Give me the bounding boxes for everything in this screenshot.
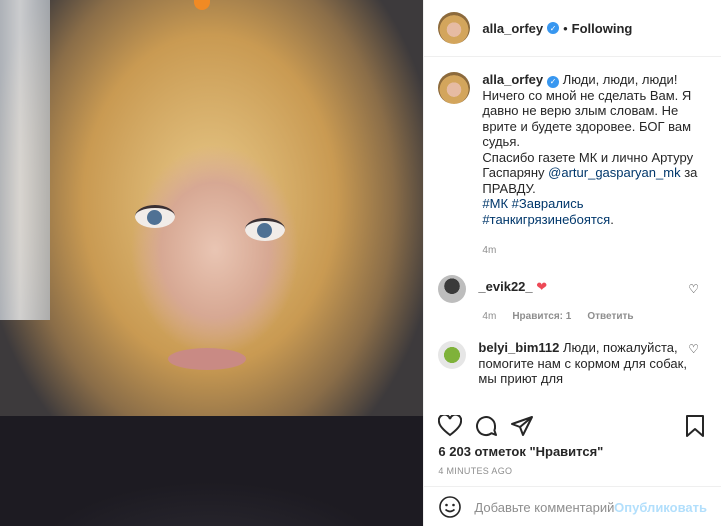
caption: alla_orfey ✓ Люди, люди, люди! Ничего со … (424, 72, 721, 227)
hashtag-link[interactable]: #танкигрязинебоятся (482, 212, 610, 227)
hashtag-link[interactable]: #МК (482, 196, 508, 211)
heart-icon[interactable] (436, 412, 464, 440)
comment-item: belyi_bim112 Люди, пожалуйста, помогите … (424, 340, 721, 387)
hair-clip (194, 0, 210, 10)
comment-meta: 4m Нравится: 1 Ответить (482, 311, 721, 322)
post-sidebar: alla_orfey ✓ • Following alla_orfey ✓ Люд… (423, 0, 721, 526)
caption-line: Люди, люди, люди! (562, 72, 678, 87)
verified-badge-icon: ✓ (547, 22, 560, 34)
caption-line: Гаспаряну (482, 165, 545, 181)
commenter-avatar[interactable] (438, 341, 467, 370)
header-username[interactable]: alla_orfey (482, 21, 543, 36)
comment-likes[interactable]: Нравится: 1 (512, 311, 571, 322)
verified-badge-icon: ✓ (547, 75, 560, 88)
curtain (0, 0, 50, 320)
avatar[interactable] (438, 12, 471, 44)
following-button[interactable]: Following (572, 21, 633, 36)
lips (168, 348, 246, 370)
caption-line: Спасибо газете МК и лично Артуру (482, 149, 694, 165)
like-comment-heart-icon[interactable]: ♡ (688, 342, 699, 356)
comment-icon[interactable] (472, 412, 500, 440)
reply-button[interactable]: Ответить (587, 311, 633, 322)
caption-line: ПРАВДУ. (482, 180, 536, 196)
comment-username[interactable]: belyi_bim112 (478, 340, 559, 355)
like-comment-heart-icon[interactable]: ♡ (688, 282, 699, 296)
right-eye (245, 218, 285, 241)
caption-avatar[interactable] (438, 72, 471, 104)
left-eye (135, 205, 175, 228)
comment-input[interactable]: Добавьте комментарий... (474, 500, 614, 515)
caption-end: . (610, 211, 614, 227)
caption-line: судья. (482, 134, 520, 150)
caption-line: за (684, 165, 698, 181)
post-photo[interactable] (0, 0, 424, 526)
publish-button[interactable]: Опубликовать (614, 500, 707, 515)
caption-line: Ничего со мной не сделать Вам. Я (482, 87, 692, 103)
emoji-icon[interactable] (438, 495, 462, 519)
caption-line: давно не верю злым словам. Не (482, 103, 679, 119)
red-heart-emoji: ❤ (536, 279, 548, 295)
comment-username[interactable]: _evik22_ (478, 279, 532, 294)
post-header: alla_orfey ✓ • Following (424, 0, 721, 57)
likes-count[interactable]: 6 203 отметок "Нравится" (438, 444, 603, 459)
separator-dot: • (563, 20, 568, 36)
commenter-avatar[interactable] (438, 275, 467, 304)
post-timestamp[interactable]: 4 MINUTES AGO (438, 466, 512, 476)
add-comment-bar: Добавьте комментарий... Опубликовать (424, 486, 721, 527)
hashtag-link[interactable]: #Заврались (512, 196, 584, 211)
share-icon[interactable] (508, 412, 536, 440)
caption-text: alla_orfey ✓ Люди, люди, люди! Ничего со … (482, 72, 707, 227)
comment-item: _evik22_ ❤ ♡ (424, 274, 721, 304)
shirt (0, 416, 424, 526)
caption-line: врите и будете здоровее. БОГ вам (482, 118, 692, 134)
comment-text: belyi_bim112 Люди, пожалуйста, помогите … (478, 340, 698, 387)
action-bar (424, 406, 721, 446)
bookmark-icon[interactable] (681, 412, 709, 440)
caption-username[interactable]: alla_orfey (482, 72, 543, 87)
caption-time[interactable]: 4m (482, 245, 721, 256)
comments-list[interactable]: alla_orfey ✓ Люди, люди, люди! Ничего со … (424, 72, 721, 394)
mention-link[interactable]: @artur_gasparyan_mk (548, 165, 680, 180)
comment-text: _evik22_ ❤ (478, 279, 698, 303)
comment-time[interactable]: 4m (482, 311, 496, 322)
